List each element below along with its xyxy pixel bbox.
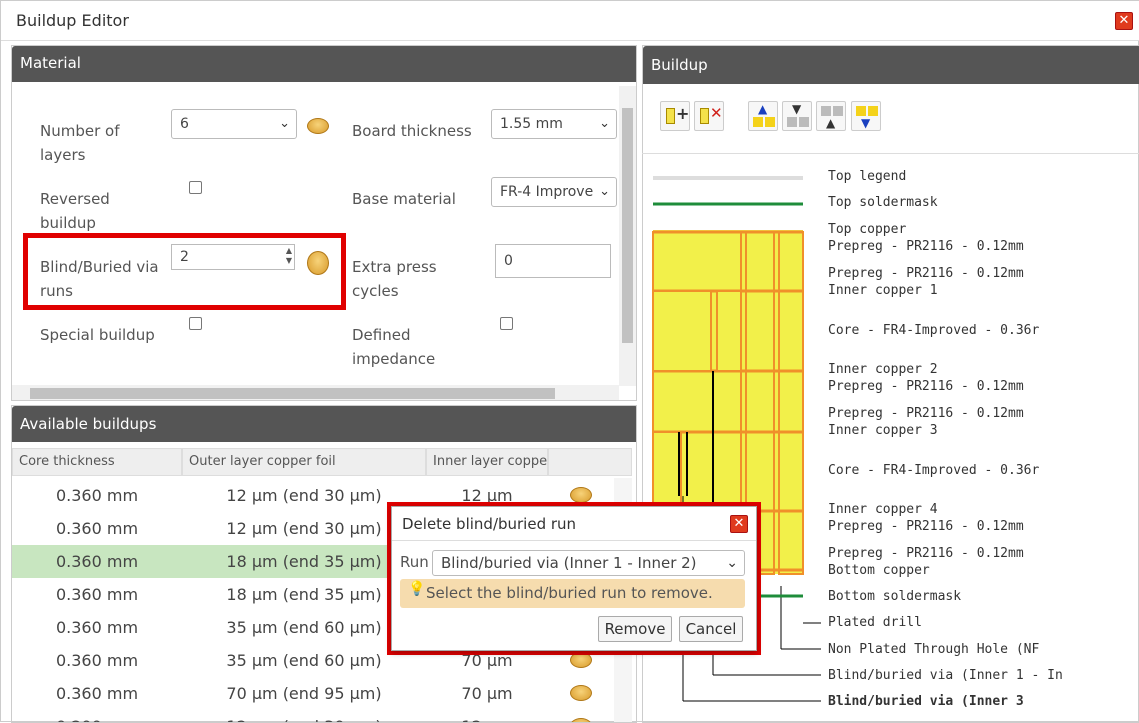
special-label: Special buildup [40,326,155,344]
scrollbar-thumb[interactable] [622,108,633,343]
split-button[interactable]: ▼ [851,101,881,131]
buildup-layer-label: Core - FR4-Improved - 0.36r [828,323,1040,338]
stack-layer [652,431,682,513]
column-core-thickness[interactable]: Core thickness [12,448,182,476]
stack-layer [716,290,742,372]
close-icon[interactable]: ✕ [1115,12,1133,30]
table-cell: 0.360 mm [55,684,139,703]
buildup-layer-label: Prepreg - PR2116 - 0.12mm [828,406,1024,421]
divider [392,540,756,541]
coins-icon[interactable] [307,251,329,275]
column-extra [548,448,632,476]
buildup-layer-label: Bottom soldermask [828,589,962,604]
title-bar: Buildup Editor ✕ [1,1,1139,41]
vertical-scrollbar[interactable] [619,86,636,386]
buildup-layer-label: Prepreg - PR2116 - 0.12mm [828,239,1024,254]
defined-impedance-checkbox[interactable] [500,317,513,330]
buildup-layer-label: Plated drill [828,615,922,630]
dialog-title: Delete blind/buried run [402,515,577,533]
blind-buried-spinner[interactable]: 2 ▲ ▼ [171,244,295,270]
table-cell: 0.360 mm [55,519,139,538]
buildup-layer-label: Inner copper 4 [828,502,938,517]
table-cell: 0.360 mm [55,486,139,505]
buildup-layer-label: Top soldermask [828,195,938,210]
buildup-layer-label: Prepreg - PR2116 - 0.12mm [828,379,1024,394]
chevron-down-icon: ⌄ [279,116,290,131]
run-label: Run [400,553,429,571]
move-down-button[interactable]: ▼ [782,101,812,131]
buildup-layer-label: Blind/buried via (Inner 1 - In [828,668,1063,683]
material-panel: Material Number of layers 6 ⌄ Board thick… [11,45,637,401]
table-cell: 0.360 mm [55,651,139,670]
coins-icon[interactable] [570,685,592,701]
defined-impedance-label: Defined impedance [352,326,436,368]
stack-layer [652,290,712,372]
extra-press-input[interactable]: 0 [495,244,611,278]
table-cell: 0.200 mm [12,710,182,722]
column-inner-copper[interactable]: Inner layer coppe [426,448,548,476]
buildup-heading: Buildup [643,46,1139,84]
table-cell: 0.360 mm [55,585,139,604]
close-icon[interactable]: ✕ [730,515,748,533]
coins-icon[interactable] [570,487,592,503]
merge-button[interactable]: ▲ [816,101,846,131]
buildup-layer-label: Top copper [828,222,907,237]
spinner-arrows-icon[interactable]: ▲ ▼ [286,246,292,266]
delete-layer-button[interactable]: ✕ [694,101,724,131]
buildup-layer-label: Inner copper 2 [828,362,938,377]
blind-buried-label: Blind/Buried via runs [40,258,159,300]
buildup-layer-label: Blind/buried via (Inner 3 [828,694,1024,709]
horizontal-scrollbar[interactable] [12,385,619,400]
add-layer-button[interactable]: + [660,101,690,131]
buildup-layer-label: Prepreg - PR2116 - 0.12mm [828,519,1024,534]
run-select[interactable]: Blind/buried via (Inner 1 - Inner 2) ⌄ [432,550,745,576]
coins-icon[interactable] [307,118,329,134]
chevron-down-icon: ⌄ [599,116,610,131]
delete-run-dialog: Delete blind/buried run ✕ Run Blind/buri… [391,506,757,651]
divider [642,153,1139,154]
buildup-layer-label: Non Plated Through Hole (NF [828,642,1040,657]
move-up-button[interactable]: ▲ [748,101,778,131]
lightbulb-icon: 💡 [408,581,426,597]
buildup-layer-label: Bottom copper [828,563,930,578]
layers-select[interactable]: 6 ⌄ [171,109,297,139]
board-thickness-select[interactable]: 1.55 mm ⌄ [491,109,617,139]
chevron-down-icon: ⌄ [599,184,610,199]
scrollbar-thumb[interactable] [30,388,555,399]
material-heading: Material [12,46,636,82]
window-title: Buildup Editor [16,11,129,30]
buildup-layer-label: Inner copper 3 [828,423,938,438]
layers-label: Number of layers [40,122,120,164]
table-cell: 12 µm [426,710,548,722]
coins-icon[interactable] [570,718,592,722]
chevron-down-icon: ⌄ [726,555,738,571]
buildup-layer-label: Core - FR4-Improved - 0.36r [828,463,1040,478]
hint-box: 💡 Select the blind/buried run to remove. [400,579,745,608]
table-row[interactable]: 0.200 mm12 µm (end 30 µm)12 µm [12,710,624,722]
table-cell: 0.360 mm [55,618,139,637]
column-outer-copper[interactable]: Outer layer copper foil [182,448,426,476]
available-heading: Available buildups [12,406,636,442]
cancel-button[interactable]: Cancel [679,616,743,642]
table-row[interactable]: 0.360 mm 70 µm (end 95 µm) 70 µm [12,677,624,710]
extra-press-label: Extra press cycles [352,258,437,300]
table-cell: 0.360 mm [12,545,182,578]
buildup-layer-label: Prepreg - PR2116 - 0.12mm [828,266,1024,281]
base-material-select[interactable]: FR-4 Improve ⌄ [491,177,617,207]
reversed-label: Reversed buildup [40,190,110,232]
reversed-checkbox[interactable] [189,181,202,194]
base-material-label: Base material [352,190,456,208]
table-cell: 70 µm (end 95 µm) [226,684,382,703]
buildup-layer-label: Prepreg - PR2116 - 0.12mm [828,546,1024,561]
remove-button[interactable]: Remove [598,616,672,642]
board-thickness-label: Board thickness [352,122,472,140]
table-cell: 70 µm [461,684,513,703]
hint-text: Select the blind/buried run to remove. [426,584,713,602]
buildup-editor-window: Buildup Editor ✕ Material Number of laye… [0,0,1139,723]
special-checkbox[interactable] [189,317,202,330]
table-cell: 12 µm (end 30 µm) [182,710,426,722]
buildup-layer-label: Inner copper 1 [828,283,938,298]
buildup-layer-label: Top legend [828,169,907,184]
